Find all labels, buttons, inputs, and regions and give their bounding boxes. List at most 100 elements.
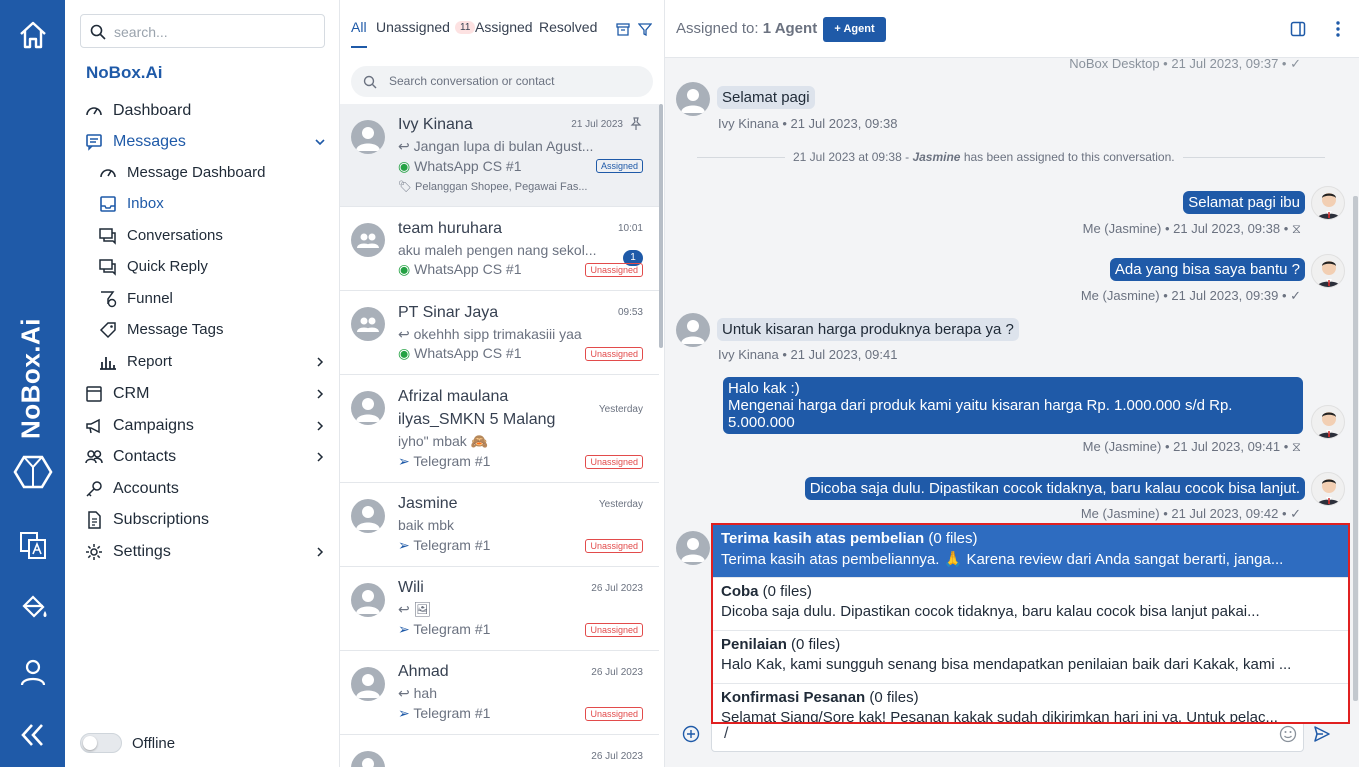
sidebar-search-input[interactable]: search... [80,14,325,48]
sidebar-item-crm[interactable]: CRM [65,379,340,409]
chevron-right-icon [317,547,324,557]
chevron-right-icon [317,452,324,462]
quick-reply-title: Coba (0 files) [721,583,812,600]
incoming-message: Selamat pagi [717,86,815,109]
sidebar-item-message-tags[interactable]: Message Tags [65,315,340,345]
crm-icon [86,386,102,402]
sidebar-item-contacts[interactable]: Contacts [65,442,340,472]
message-line: Halo kak :) [728,380,800,397]
avatar [676,313,710,347]
quick-reply-icon [99,259,116,276]
contact-name: Wili [398,579,424,596]
conversation-item[interactable]: Ahmad 26 Jul 2023 ↩ hah ➢ Telegram #1 Un… [340,651,659,735]
sidebar-item-conversations[interactable]: Conversations [65,221,340,251]
conversation-time: Yesterday [598,404,643,415]
sidebar-item-campaigns[interactable]: Campaigns [65,411,340,441]
contact-name: Afrizal maulana [398,388,509,405]
conversation-item[interactable]: Jasmine Yesterday baik mbk ➢ Telegram #1… [340,483,659,567]
chevron-right-icon [317,421,324,431]
quick-reply-popup: Terima kasih atas pembelian (0 files) Te… [711,523,1350,724]
sidebar-item-label: CRM [113,385,150,402]
quick-reply-option[interactable]: Konfirmasi Pesanan (0 files) Selamat Sia… [713,684,1348,722]
conversation-item[interactable]: PT Sinar Jaya 09:53 ↩ okehhh sipp trimak… [340,291,659,375]
collapse-icon[interactable] [16,718,50,752]
quick-reply-option[interactable]: Coba (0 files) Dicoba saja dulu. Dipasti… [713,578,1348,631]
home-icon[interactable] [16,18,50,52]
gauge-icon [100,169,116,178]
last-message-preview: ↩ 🖼 [398,601,432,617]
sidebar-item-settings[interactable]: Settings [65,537,340,567]
filter-icon[interactable] [638,22,652,36]
conversation-item[interactable]: Afrizal maulana ilyas_SMKN 5 Malang Yest… [340,375,659,483]
conversation-list-scrollbar[interactable] [659,104,663,348]
user-icon[interactable] [16,655,50,689]
quick-reply-option[interactable]: Penilaian (0 files) Halo Kak, kami sungg… [713,631,1348,684]
channel-label: ◉ WhatsApp CS #1 [398,158,522,174]
emoji-icon[interactable] [1279,725,1297,743]
sidebar-item-funnel[interactable]: Funnel [65,284,340,314]
paint-bucket-icon[interactable] [16,590,50,624]
add-agent-button[interactable]: + Agent [823,17,886,42]
message-meta: Me (Jasmine) • 21 Jul 2023, 09:41 • ⧖ [1082,439,1301,454]
status-badge: Unassigned [585,263,643,277]
sidebar-item-inbox[interactable]: Inbox [65,189,340,219]
conversation-item[interactable]: Wili 26 Jul 2023 ↩ 🖼 ➢ Telegram #1 Unass… [340,567,659,651]
tab-resolved[interactable]: Resolved [539,19,597,35]
tab-unassigned[interactable]: Unassigned [376,19,450,35]
more-options-icon[interactable] [1335,21,1341,37]
last-message-preview: baik mbk [398,517,455,533]
conversation-search-input[interactable]: Search conversation or contact [351,66,653,97]
last-message-preview: iyho" mbak 🙈 [398,433,489,449]
add-attachment-icon[interactable] [682,725,700,743]
outgoing-message: Dicoba saja dulu. Dipastikan cocok tidak… [804,477,1305,500]
conversation-time: 26 Jul 2023 [591,667,643,678]
tab-all[interactable]: All [351,19,367,35]
conversation-item[interactable]: Ivy Kinana 21 Jul 2023 ↩ Jangan lupa di … [340,104,659,207]
channel-label: ➢ Telegram #1 [398,537,491,553]
sidebar-item-messages[interactable]: Messages [65,127,340,157]
sidebar-item-label: Funnel [127,290,173,307]
panel-toggle-icon[interactable] [1290,21,1306,37]
quick-reply-option[interactable]: Terima kasih atas pembelian (0 files) Te… [713,525,1348,578]
sidebar-item-report[interactable]: Report [65,347,340,377]
translate-icon[interactable] [16,528,50,562]
sidebar-item-message-dashboard[interactable]: Message Dashboard [65,158,340,188]
tab-assigned[interactable]: Assigned [475,19,533,35]
sidebar-item-label: Conversations [127,227,223,244]
sidebar-item-accounts[interactable]: Accounts [65,474,340,504]
status-badge: Unassigned [585,539,643,553]
chat-scrollbar[interactable] [1353,196,1358,701]
sidebar-item-label: Message Dashboard [127,164,266,181]
sidebar-item-label: Contacts [113,448,177,465]
sidebar-item-label: Messages [113,133,186,150]
quick-reply-description: Dicoba saja dulu. Dipastikan cocok tidak… [721,603,1260,620]
online-status-toggle[interactable] [80,733,122,753]
avatar [351,307,385,341]
avatar [351,391,385,425]
status-badge: Assigned [595,159,643,173]
conversation-item[interactable]: team huruhara 10:01 aku maleh pengen nan… [340,207,659,291]
contact-name: Jasmine [398,495,458,512]
agent-avatar [1311,405,1345,439]
system-message: 21 Jul 2023 at 09:38 - Jasmine has been … [785,150,1183,164]
sidebar-item-quick-reply[interactable]: Quick Reply [65,252,340,282]
search-icon [90,24,106,40]
sidebar-search-placeholder: search... [114,24,168,40]
conversation-time: 10:01 [617,223,643,234]
app-rail: NoBox.Ai [0,0,65,767]
avatar [351,223,385,257]
avatar [351,751,385,767]
sidebar-item-dashboard[interactable]: Dashboard [65,96,340,126]
sidebar-item-label: Campaigns [113,417,194,434]
conversation-item[interactable]: 26 Jul 2023 [340,735,659,767]
pin-icon[interactable] [629,117,643,131]
channel-label: ◉ WhatsApp CS #1 [398,261,522,277]
agent-avatar [1311,254,1345,288]
sidebar-item-subscriptions[interactable]: Subscriptions [65,505,340,535]
send-icon[interactable] [1313,725,1331,743]
contact-name: Ivy Kinana [398,116,473,133]
archive-icon[interactable] [616,22,630,36]
org-name: NoBox.Ai [86,63,163,82]
agent-avatar [1311,186,1345,220]
status-badge: Unassigned [585,707,643,721]
